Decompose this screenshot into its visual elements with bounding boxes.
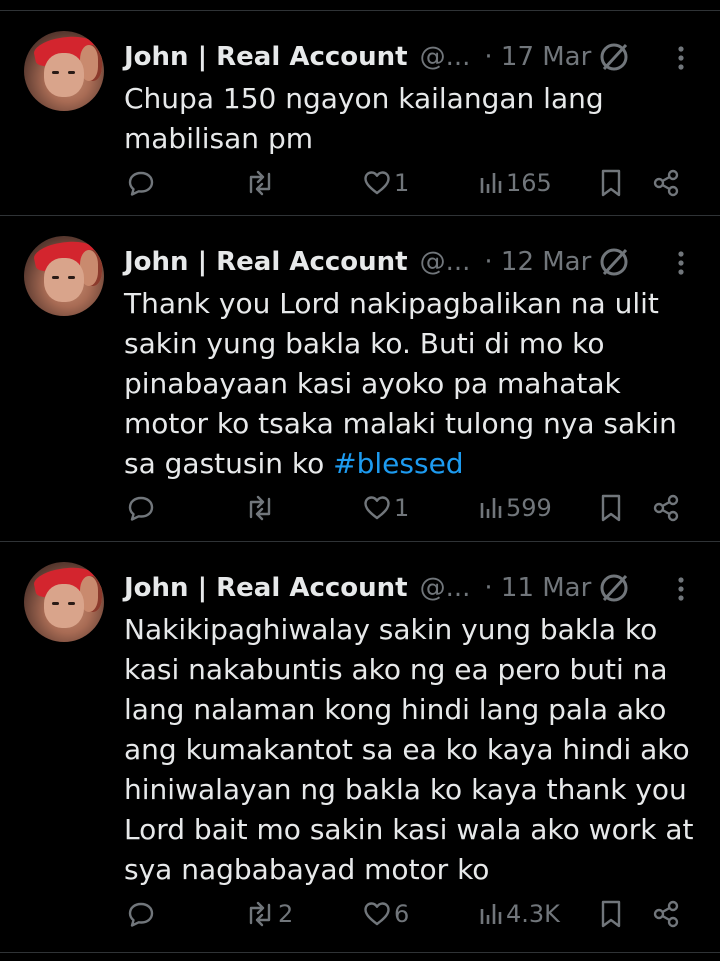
tweet-actions: 1 165 bbox=[0, 163, 720, 203]
bookmark-icon bbox=[598, 493, 624, 523]
tweet-date[interactable]: · 11 Mar bbox=[484, 573, 591, 603]
views-button[interactable]: 599 bbox=[478, 488, 552, 528]
like-button[interactable]: 1 bbox=[362, 488, 409, 528]
share-button[interactable] bbox=[652, 163, 680, 203]
heart-icon bbox=[362, 493, 392, 523]
retweet-button[interactable]: 2 bbox=[244, 894, 293, 934]
reply-icon bbox=[126, 493, 156, 523]
reply-button[interactable] bbox=[126, 894, 158, 934]
bookmark-button[interactable] bbox=[598, 163, 624, 203]
views-button[interactable]: 165 bbox=[478, 163, 552, 203]
author-name[interactable]: John | Real Account bbox=[124, 42, 408, 72]
tweet-body: Chupa 150 ngayon kailangan lang mabilisa… bbox=[124, 82, 604, 155]
reply-icon bbox=[126, 168, 156, 198]
tweet-body: Nakikipaghiwalay sakin yung bakla ko kas… bbox=[124, 613, 694, 886]
tweet-text: Thank you Lord nakipagbalikan na ulit sa… bbox=[124, 284, 694, 484]
author-handle[interactable]: @... bbox=[420, 42, 471, 72]
avatar[interactable] bbox=[24, 236, 104, 316]
share-button[interactable] bbox=[652, 894, 680, 934]
tweet[interactable]: John | Real Account @... · 12 Mar Thank … bbox=[0, 216, 720, 542]
like-count: 1 bbox=[394, 494, 410, 522]
more-icon[interactable] bbox=[669, 248, 693, 278]
tweet-feed: John | Real Account @... · 17 Mar Chupa … bbox=[0, 0, 720, 953]
heart-icon bbox=[362, 899, 392, 929]
tweet-actions: 2 6 4.3K bbox=[0, 894, 720, 934]
views-button[interactable]: 4.3K bbox=[478, 894, 560, 934]
tweet[interactable]: John | Real Account @... · 17 Mar Chupa … bbox=[0, 10, 720, 216]
retweet-count: 2 bbox=[278, 900, 294, 928]
tweet[interactable]: John | Real Account @... · 11 Mar Nakiki… bbox=[0, 542, 720, 953]
share-icon bbox=[652, 168, 680, 198]
share-icon bbox=[652, 899, 680, 929]
more-icon[interactable] bbox=[669, 43, 693, 73]
like-count: 6 bbox=[394, 900, 410, 928]
cancel-icon bbox=[596, 570, 632, 606]
author-handle[interactable]: @... bbox=[420, 573, 471, 603]
tweet-date[interactable]: · 12 Mar bbox=[484, 247, 591, 277]
author-handle[interactable]: @... bbox=[420, 247, 471, 277]
reply-icon bbox=[126, 899, 156, 929]
tweet-text: Nakikipaghiwalay sakin yung bakla ko kas… bbox=[124, 610, 694, 890]
reply-button[interactable] bbox=[126, 163, 158, 203]
like-button[interactable]: 6 bbox=[362, 894, 409, 934]
retweet-button[interactable] bbox=[244, 163, 278, 203]
retweet-button[interactable] bbox=[244, 488, 278, 528]
hashtag-link[interactable]: #blessed bbox=[333, 447, 463, 480]
tweet-header: John | Real Account @... · 12 Mar bbox=[124, 244, 696, 280]
bookmark-button[interactable] bbox=[598, 894, 624, 934]
tweet-header: John | Real Account @... · 11 Mar bbox=[124, 570, 696, 606]
tweet-actions: 1 599 bbox=[0, 488, 720, 528]
views-icon bbox=[478, 168, 504, 198]
tweet-text: Chupa 150 ngayon kailangan lang mabilisa… bbox=[124, 79, 694, 159]
like-count: 1 bbox=[394, 169, 410, 197]
more-icon[interactable] bbox=[669, 574, 693, 604]
view-count: 165 bbox=[506, 169, 552, 197]
retweet-icon bbox=[244, 168, 276, 198]
tweet-date[interactable]: · 17 Mar bbox=[484, 42, 591, 72]
views-icon bbox=[478, 493, 504, 523]
avatar[interactable] bbox=[24, 31, 104, 111]
reply-button[interactable] bbox=[126, 488, 158, 528]
avatar[interactable] bbox=[24, 562, 104, 642]
heart-icon bbox=[362, 168, 392, 198]
author-name[interactable]: John | Real Account bbox=[124, 247, 408, 277]
share-button[interactable] bbox=[652, 488, 680, 528]
cancel-icon bbox=[596, 244, 632, 280]
author-name[interactable]: John | Real Account bbox=[124, 573, 408, 603]
retweet-icon bbox=[244, 493, 276, 523]
view-count: 599 bbox=[506, 494, 552, 522]
share-icon bbox=[652, 493, 680, 523]
like-button[interactable]: 1 bbox=[362, 163, 409, 203]
tweet-header: John | Real Account @... · 17 Mar bbox=[124, 39, 696, 75]
cancel-icon bbox=[596, 39, 632, 75]
bookmark-button[interactable] bbox=[598, 488, 624, 528]
retweet-icon bbox=[244, 899, 276, 929]
bookmark-icon bbox=[598, 899, 624, 929]
view-count: 4.3K bbox=[506, 900, 560, 928]
views-icon bbox=[478, 899, 504, 929]
bookmark-icon bbox=[598, 168, 624, 198]
